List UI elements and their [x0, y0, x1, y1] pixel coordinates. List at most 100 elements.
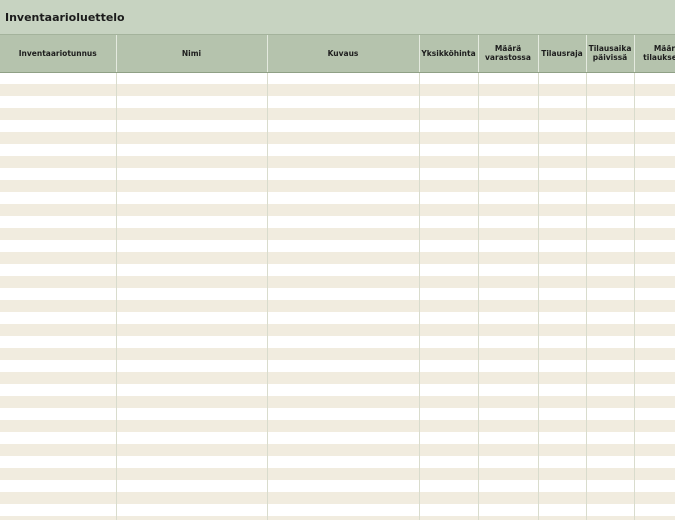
table-cell[interactable] [538, 480, 587, 492]
table-cell[interactable] [478, 144, 539, 156]
table-cell[interactable] [267, 456, 420, 468]
table-cell[interactable] [116, 480, 268, 492]
table-cell[interactable] [419, 420, 479, 432]
table-cell[interactable] [267, 444, 420, 456]
table-cell[interactable] [634, 120, 675, 132]
table-cell[interactable] [586, 84, 635, 96]
table-cell[interactable] [538, 408, 587, 420]
table-cell[interactable] [419, 204, 479, 216]
table-cell[interactable] [478, 336, 539, 348]
table-cell[interactable] [267, 348, 420, 360]
column-header-name[interactable]: Nimi [116, 35, 268, 73]
table-cell[interactable] [267, 252, 420, 264]
table-cell[interactable] [538, 276, 587, 288]
table-cell[interactable] [0, 336, 117, 348]
table-cell[interactable] [634, 480, 675, 492]
table-cell[interactable] [267, 504, 420, 516]
table-cell[interactable] [267, 132, 420, 144]
table-cell[interactable] [267, 192, 420, 204]
table-cell[interactable] [634, 72, 675, 84]
table-cell[interactable] [538, 456, 587, 468]
table-cell[interactable] [0, 312, 117, 324]
table-cell[interactable] [538, 252, 587, 264]
table-cell[interactable] [538, 216, 587, 228]
table-cell[interactable] [0, 420, 117, 432]
table-cell[interactable] [267, 516, 420, 520]
table-cell[interactable] [586, 156, 635, 168]
table-cell[interactable] [116, 228, 268, 240]
table-cell[interactable] [267, 156, 420, 168]
table-cell[interactable] [0, 240, 117, 252]
table-cell[interactable] [634, 108, 675, 120]
table-cell[interactable] [586, 72, 635, 84]
table-cell[interactable] [267, 300, 420, 312]
table-cell[interactable] [419, 216, 479, 228]
table-cell[interactable] [586, 276, 635, 288]
table-cell[interactable] [478, 312, 539, 324]
table-cell[interactable] [419, 264, 479, 276]
table-cell[interactable] [419, 516, 479, 520]
table-cell[interactable] [538, 432, 587, 444]
table-cell[interactable] [538, 180, 587, 192]
table-cell[interactable] [419, 132, 479, 144]
table-cell[interactable] [478, 120, 539, 132]
table-cell[interactable] [478, 180, 539, 192]
table-cell[interactable] [0, 120, 117, 132]
table-cell[interactable] [267, 72, 420, 84]
table-cell[interactable] [0, 108, 117, 120]
table-cell[interactable] [478, 384, 539, 396]
table-cell[interactable] [419, 84, 479, 96]
table-cell[interactable] [267, 120, 420, 132]
table-cell[interactable] [538, 132, 587, 144]
table-cell[interactable] [0, 192, 117, 204]
table-cell[interactable] [538, 312, 587, 324]
table-cell[interactable] [538, 468, 587, 480]
table-cell[interactable] [116, 348, 268, 360]
table-cell[interactable] [634, 240, 675, 252]
table-cell[interactable] [116, 108, 268, 120]
table-cell[interactable] [634, 432, 675, 444]
table-cell[interactable] [267, 312, 420, 324]
table-cell[interactable] [267, 420, 420, 432]
table-cell[interactable] [419, 72, 479, 84]
table-cell[interactable] [419, 384, 479, 396]
table-cell[interactable] [634, 168, 675, 180]
table-cell[interactable] [116, 336, 268, 348]
table-cell[interactable] [586, 468, 635, 480]
table-cell[interactable] [0, 384, 117, 396]
table-cell[interactable] [586, 168, 635, 180]
table-cell[interactable] [0, 348, 117, 360]
table-cell[interactable] [634, 264, 675, 276]
table-cell[interactable] [116, 408, 268, 420]
table-cell[interactable] [586, 384, 635, 396]
table-cell[interactable] [0, 300, 117, 312]
table-cell[interactable] [419, 240, 479, 252]
table-cell[interactable] [419, 168, 479, 180]
table-cell[interactable] [419, 444, 479, 456]
table-cell[interactable] [634, 492, 675, 504]
table-cell[interactable] [634, 372, 675, 384]
table-cell[interactable] [538, 444, 587, 456]
table-cell[interactable] [419, 372, 479, 384]
table-cell[interactable] [538, 384, 587, 396]
table-cell[interactable] [634, 312, 675, 324]
table-cell[interactable] [267, 276, 420, 288]
table-cell[interactable] [0, 264, 117, 276]
table-cell[interactable] [634, 444, 675, 456]
table-cell[interactable] [538, 192, 587, 204]
table-cell[interactable] [0, 252, 117, 264]
table-cell[interactable] [634, 144, 675, 156]
table-cell[interactable] [419, 288, 479, 300]
table-cell[interactable] [0, 288, 117, 300]
table-cell[interactable] [478, 216, 539, 228]
table-cell[interactable] [419, 192, 479, 204]
table-cell[interactable] [0, 96, 117, 108]
table-cell[interactable] [478, 420, 539, 432]
table-cell[interactable] [478, 264, 539, 276]
table-cell[interactable] [586, 360, 635, 372]
table-cell[interactable] [586, 432, 635, 444]
table-cell[interactable] [538, 288, 587, 300]
table-cell[interactable] [116, 324, 268, 336]
table-cell[interactable] [478, 516, 539, 520]
table-cell[interactable] [116, 156, 268, 168]
